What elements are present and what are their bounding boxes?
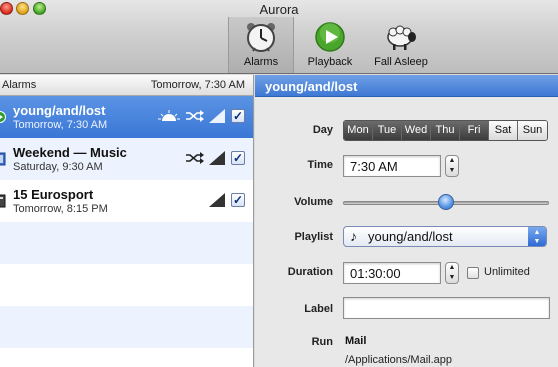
shuffle-icon: [186, 110, 204, 122]
next-alarm-time: Tomorrow, 7:30 AM: [150, 79, 245, 91]
alarm-row[interactable]: 15 Eurosport Tomorrow, 8:15 PM ✓: [0, 180, 253, 222]
run-app-path: /Applications/Mail.app: [345, 354, 453, 366]
alarm-enabled-checkbox[interactable]: ✓: [231, 109, 245, 123]
alarm-detail-title: young/and/lost: [255, 75, 558, 97]
duration-stepper[interactable]: ▲ ▼: [445, 262, 459, 284]
day-selector: Mon Tue Wed Thu Fri Sat Sun: [343, 120, 548, 141]
volume-label: Volume: [294, 196, 333, 208]
day-toggle-fri[interactable]: Fri: [460, 121, 489, 140]
run-label: Run: [311, 336, 333, 348]
volume-ramp-icon: [209, 193, 225, 207]
alarm-list: Alarms Tomorrow, 7:30 AM young/and/lost …: [0, 75, 254, 367]
alarm-name: young/and/lost: [13, 103, 106, 118]
volume-ramp-icon: [209, 151, 225, 165]
duration-field[interactable]: 01:30:00: [343, 262, 441, 284]
popup-arrows-icon: ▲ ▼: [528, 227, 546, 246]
toolbar-playback-button[interactable]: Playback: [302, 20, 358, 72]
music-file-icon: [0, 152, 6, 166]
script-file-icon: [0, 194, 6, 208]
playing-indicator-icon: [0, 111, 6, 123]
label-field[interactable]: [343, 297, 550, 319]
alarm-name: 15 Eurosport: [13, 187, 94, 202]
toolbar-playback-label: Playback: [307, 56, 353, 68]
music-note-icon: ♪: [350, 228, 357, 244]
toolbar: Aurora Alarms Playback Fall Asleep: [0, 0, 558, 74]
toolbar-alarms-button[interactable]: Alarms: [228, 17, 294, 73]
alarm-enabled-checkbox[interactable]: ✓: [231, 151, 245, 165]
alarm-time: Saturday, 9:30 AM: [13, 161, 103, 173]
label-label: Label: [304, 303, 333, 315]
sheep-icon: [387, 25, 416, 50]
alarm-list-title: Alarms: [2, 79, 37, 91]
alarm-row[interactable]: young/and/lost Tomorrow, 7:30 AM ✓: [0, 96, 253, 138]
alarm-clock-icon: [247, 23, 275, 52]
sunrise-icon: [158, 110, 180, 121]
window-title: Aurora: [259, 2, 299, 17]
duration-label: Duration: [287, 266, 333, 278]
playlist-label: Playlist: [294, 231, 333, 243]
volume-ramp-icon: [209, 109, 225, 123]
alarm-list-header: Alarms Tomorrow, 7:30 AM: [0, 75, 253, 96]
volume-slider-knob[interactable]: [438, 194, 454, 210]
day-toggle-sun[interactable]: Sun: [518, 121, 547, 140]
alarm-row[interactable]: Weekend — Music Saturday, 9:30 AM ✓: [0, 138, 253, 180]
time-field[interactable]: 7:30 AM: [343, 155, 441, 177]
day-toggle-wed[interactable]: Wed: [402, 121, 431, 140]
shuffle-icon: [186, 152, 204, 164]
run-app-name: Mail: [345, 335, 367, 347]
time-stepper[interactable]: ▲ ▼: [445, 155, 459, 177]
alarm-time: Tomorrow, 8:15 PM: [13, 203, 108, 215]
time-label: Time: [307, 159, 333, 171]
day-toggle-sat[interactable]: Sat: [489, 121, 518, 140]
day-label: Day: [312, 124, 333, 136]
playlist-popup[interactable]: ♪ young/and/lost ▲ ▼: [343, 226, 547, 247]
toolbar-fall-asleep-label: Fall Asleep: [374, 56, 428, 68]
playlist-value: young/and/lost: [368, 229, 453, 244]
unlimited-checkbox[interactable]: [467, 267, 479, 279]
day-toggle-mon[interactable]: Mon: [344, 121, 373, 140]
alarm-enabled-checkbox[interactable]: ✓: [231, 193, 245, 207]
empty-list-row: [0, 306, 253, 348]
toolbar-alarms-label: Alarms: [243, 56, 279, 68]
toolbar-fall-asleep-button[interactable]: Fall Asleep: [366, 20, 436, 72]
day-toggle-tue[interactable]: Tue: [373, 121, 402, 140]
play-icon: [315, 22, 345, 52]
day-toggle-thu[interactable]: Thu: [431, 121, 460, 140]
empty-list-row: [0, 264, 253, 306]
alarm-time: Tomorrow, 7:30 AM: [13, 119, 108, 131]
empty-list-row: [0, 222, 253, 264]
alarm-detail-panel: young/and/lost Day Mon Tue Wed Thu Fri Sat Sun…: [255, 75, 558, 367]
alarm-name: Weekend — Music: [13, 145, 127, 160]
unlimited-label: Unlimited: [484, 266, 530, 278]
